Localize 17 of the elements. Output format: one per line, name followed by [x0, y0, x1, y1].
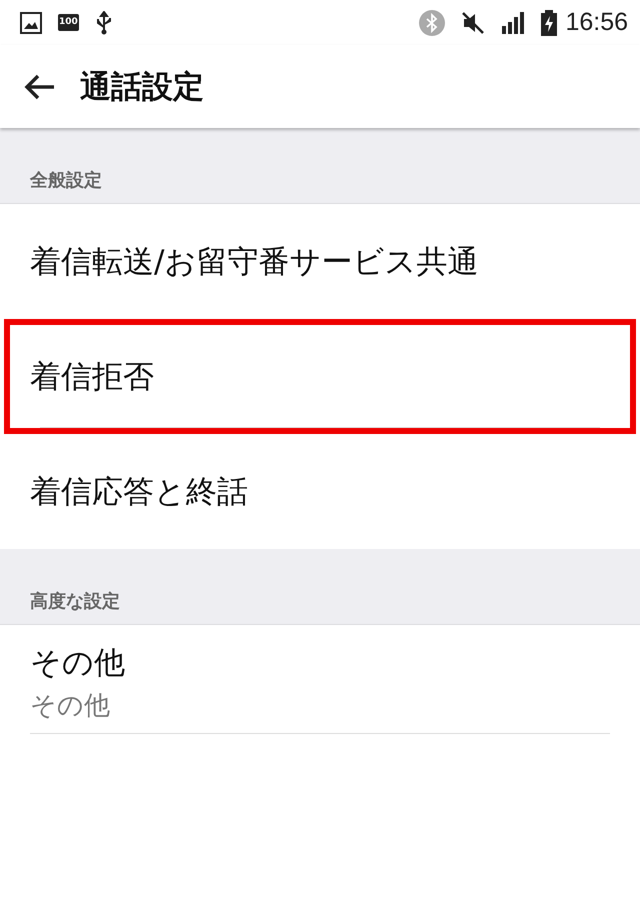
back-arrow-icon[interactable] [24, 72, 56, 100]
usb-icon [94, 10, 113, 34]
muted-speaker-icon [461, 10, 486, 34]
setting-item[interactable]: その他 その他 [0, 625, 640, 740]
image-icon [20, 12, 42, 34]
battery-charging-icon [541, 10, 558, 36]
setting-summary: その他 [30, 690, 111, 723]
section-title: 全般設定 [30, 168, 102, 192]
battery-full-icon: 100 [58, 14, 79, 31]
bluetooth-icon [419, 10, 446, 36]
highlighted-setting-item[interactable]: 着信拒否 [4, 319, 636, 434]
screen-title: 通話設定 [80, 68, 204, 106]
status-time: 16:56 [565, 8, 628, 37]
setting-item[interactable]: 着信応答と終話 [0, 434, 640, 549]
section-title: 高度な設定 [30, 590, 120, 612]
signal-icon [501, 12, 526, 34]
setting-item[interactable]: 着信転送/お留守番サービス共通 [0, 204, 640, 319]
